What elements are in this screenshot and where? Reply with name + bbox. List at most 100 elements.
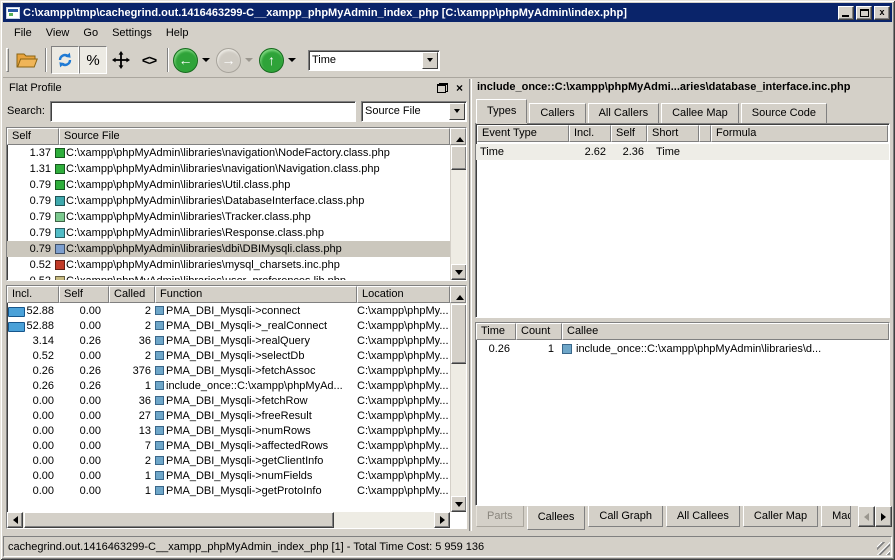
column-header-self[interactable]: Self	[611, 125, 647, 142]
up-button[interactable]: ↑	[259, 48, 284, 73]
detail-bottom-tab[interactable]: All Callees	[666, 506, 740, 527]
dock-close-icon[interactable]: ×	[454, 83, 465, 93]
up-dropdown[interactable]	[288, 58, 296, 66]
scrollbar-thumb[interactable]	[24, 512, 334, 528]
detail-bottom-tab[interactable]: Call Graph	[588, 506, 663, 527]
menu-item[interactable]: Go	[76, 25, 105, 41]
scroll-down-button[interactable]	[451, 264, 467, 280]
back-dropdown[interactable]	[202, 58, 210, 66]
source-file-row[interactable]: 0.79 C:\xampp\phpMyAdmin\libraries\dbi\D…	[7, 241, 450, 257]
source-file-row[interactable]: 0.52 C:\xampp\phpMyAdmin\libraries\user_…	[7, 273, 450, 280]
source-file-path: C:\xampp\phpMyAdmin\libraries\navigation…	[66, 147, 390, 159]
scroll-right-button[interactable]	[434, 512, 450, 528]
scroll-up-icon[interactable]	[450, 128, 466, 145]
event-type-row[interactable]: Time 2.62 2.36 Time	[476, 144, 889, 160]
forward-button[interactable]: →	[216, 48, 241, 73]
scroll-up-icon[interactable]	[450, 286, 466, 303]
reload-button[interactable]	[51, 46, 79, 74]
menu-item[interactable]: Settings	[105, 25, 159, 41]
source-file-row[interactable]: 0.79 C:\xampp\phpMyAdmin\libraries\Util.…	[7, 177, 450, 193]
detail-bottom-tab[interactable]: Callees	[527, 506, 586, 530]
menu-item[interactable]: File	[7, 25, 39, 41]
column-header-called[interactable]: Called	[109, 286, 155, 303]
column-header-location[interactable]: Location	[357, 286, 450, 303]
column-header-incl[interactable]: Incl.	[7, 286, 59, 303]
source-file-row[interactable]: 0.79 C:\xampp\phpMyAdmin\libraries\Datab…	[7, 193, 450, 209]
group-by-select[interactable]: Source File	[361, 101, 467, 122]
toolbar-grip[interactable]	[6, 48, 9, 72]
tab-scroll-right-button[interactable]	[875, 506, 892, 527]
dock-header[interactable]: Flat Profile ×	[5, 80, 467, 96]
detail-tab[interactable]: All Callers	[588, 103, 660, 123]
cost-color-icon	[55, 228, 65, 238]
column-header-function[interactable]: Function	[155, 286, 357, 303]
function-row[interactable]: 0.00 0.00 1 PMA_DBI_Mysqli->getProtoInfo…	[7, 483, 450, 498]
detail-bottom-tab[interactable]: Parts	[476, 506, 524, 527]
maximize-button[interactable]	[856, 6, 872, 20]
panel-splitter[interactable]	[469, 79, 472, 531]
column-header-count[interactable]: Count	[516, 323, 562, 340]
open-file-button[interactable]	[13, 46, 41, 74]
function-row[interactable]: 0.26 0.26 376 PMA_DBI_Mysqli->fetchAssoc…	[7, 363, 450, 378]
column-header-short[interactable]: Short	[647, 125, 699, 142]
scroll-left-button[interactable]	[7, 512, 23, 528]
detail-tab[interactable]: Types	[476, 99, 527, 123]
location-path: C:\xampp\phpMy...	[357, 425, 450, 437]
forward-dropdown[interactable]	[245, 58, 253, 66]
function-row[interactable]: 0.00 0.00 2 PMA_DBI_Mysqli->getClientInf…	[7, 453, 450, 468]
scroll-down-button[interactable]	[451, 496, 467, 512]
function-row[interactable]: 0.26 0.26 1 include_once::C:\xampp\phpMy…	[7, 378, 450, 393]
percent-relative-toggle[interactable]: %	[79, 46, 107, 74]
vertical-scrollbar[interactable]	[450, 303, 466, 512]
function-name: PMA_DBI_Mysqli->selectDb	[155, 350, 357, 362]
detail-tab[interactable]: Source Code	[741, 103, 827, 123]
source-file-row[interactable]: 0.79 C:\xampp\phpMyAdmin\libraries\Respo…	[7, 225, 450, 241]
source-file-row[interactable]: 1.31 C:\xampp\phpMyAdmin\libraries\navig…	[7, 161, 450, 177]
detail-bottom-tab[interactable]: Caller Map	[743, 506, 818, 527]
function-row[interactable]: 0.00 0.00 27 PMA_DBI_Mysqli->freeResult …	[7, 408, 450, 423]
scrollbar-thumb[interactable]	[451, 304, 467, 364]
function-row[interactable]: 0.52 0.00 2 PMA_DBI_Mysqli->selectDb C:\…	[7, 348, 450, 363]
expand-areas-button[interactable]	[107, 46, 135, 74]
menu-item[interactable]: View	[39, 25, 77, 41]
column-header-formula[interactable]: Formula	[711, 125, 888, 142]
column-header-callee[interactable]: Callee	[562, 323, 889, 340]
function-row[interactable]: 0.00 0.00 36 PMA_DBI_Mysqli->fetchRow C:…	[7, 393, 450, 408]
column-header-event-type[interactable]: Event Type	[477, 125, 569, 142]
column-header-self[interactable]: Self	[7, 128, 59, 145]
detail-bottom-tab[interactable]: Machine	[821, 506, 851, 527]
column-header-source-file[interactable]: Source File	[59, 128, 450, 145]
resize-grip-icon[interactable]	[877, 542, 890, 555]
chevron-down-icon[interactable]	[422, 52, 438, 69]
search-input[interactable]	[50, 101, 356, 122]
menu-item[interactable]: Help	[159, 25, 196, 41]
scrollbar-thumb[interactable]	[451, 146, 467, 170]
horizontal-scrollbar[interactable]	[7, 512, 450, 528]
function-row[interactable]: 0.00 0.00 7 PMA_DBI_Mysqli->affectedRows…	[7, 438, 450, 453]
tab-scroll-left-button[interactable]	[858, 506, 875, 527]
source-file-row[interactable]: 0.79 C:\xampp\phpMyAdmin\libraries\Track…	[7, 209, 450, 225]
source-file-row[interactable]: 0.52 C:\xampp\phpMyAdmin\libraries\mysql…	[7, 257, 450, 273]
cycle-detection-button[interactable]: <>	[135, 46, 163, 74]
title-bar[interactable]: C:\xampp\tmp\cachegrind.out.1416463299-C…	[3, 3, 892, 22]
function-row[interactable]: 3.14 0.26 36 PMA_DBI_Mysqli->realQuery C…	[7, 333, 450, 348]
vertical-scrollbar[interactable]	[450, 145, 466, 280]
close-button[interactable]: x	[874, 6, 890, 20]
function-row[interactable]: 52.88 0.00 2 PMA_DBI_Mysqli->connect C:\…	[7, 303, 450, 318]
back-button[interactable]: ←	[173, 48, 198, 73]
chevron-down-icon[interactable]	[449, 103, 465, 120]
detail-tab[interactable]: Callers	[529, 103, 585, 123]
detail-tab[interactable]: Callee Map	[661, 103, 739, 123]
column-header-self[interactable]: Self	[59, 286, 109, 303]
function-row[interactable]: 52.88 0.00 2 PMA_DBI_Mysqli->_realConnec…	[7, 318, 450, 333]
minimize-button[interactable]	[838, 6, 854, 20]
column-header-time[interactable]: Time	[476, 323, 516, 340]
kcachegrind-window: C:\xampp\tmp\cachegrind.out.1416463299-C…	[0, 0, 895, 560]
function-row[interactable]: 0.00 0.00 1 PMA_DBI_Mysqli->numFields C:…	[7, 468, 450, 483]
function-row[interactable]: 0.00 0.00 13 PMA_DBI_Mysqli->numRows C:\…	[7, 423, 450, 438]
column-header-incl[interactable]: Incl.	[569, 125, 611, 142]
source-file-row[interactable]: 1.37 C:\xampp\phpMyAdmin\libraries\navig…	[7, 145, 450, 161]
float-dock-icon[interactable]	[437, 83, 448, 93]
event-type-select[interactable]: Time	[308, 50, 440, 71]
callee-row[interactable]: 0.26 1 include_once::C:\xampp\phpMyAdmin…	[476, 341, 889, 357]
